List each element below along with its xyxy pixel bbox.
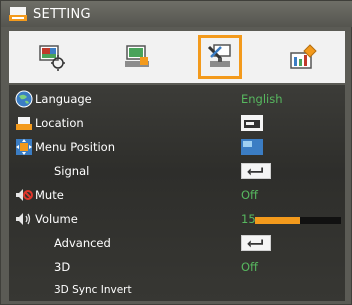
tab-setting[interactable] <box>197 35 242 79</box>
menu-tabs <box>9 31 345 83</box>
language-label: Language <box>35 92 92 106</box>
menu-item-signal[interactable]: Signal <box>9 160 345 184</box>
volume-label: Volume <box>35 212 78 226</box>
menu-list: Language English Location Menu Position <box>9 85 345 301</box>
advanced-label: Advanced <box>54 236 111 250</box>
tab-options[interactable] <box>279 36 327 78</box>
menu-item-menu-position[interactable]: Menu Position <box>9 136 345 160</box>
language-value: English <box>241 92 283 106</box>
speaker-icon <box>16 213 31 225</box>
volume-slider[interactable] <box>255 217 341 224</box>
enter-key-icon[interactable] <box>241 163 271 179</box>
image-settings-icon <box>38 45 65 71</box>
volume-slider-fill <box>255 217 300 224</box>
tab-image[interactable] <box>28 36 76 78</box>
enter-key-icon[interactable] <box>241 235 271 251</box>
globe-icon <box>15 90 33 108</box>
location-icon <box>16 117 32 130</box>
window-title: SETTING <box>33 6 91 22</box>
setting-tools-icon <box>207 44 231 67</box>
options-icon <box>289 44 317 69</box>
three-d-value: Off <box>241 260 258 274</box>
setting-title-icon <box>9 7 27 21</box>
menu-item-3d-sync-invert[interactable]: 3D Sync Invert <box>9 280 345 304</box>
osd-window: SETTING Language English Location Menu P… <box>0 0 352 305</box>
mute-label: Mute <box>35 188 64 202</box>
menu-position-icon <box>16 139 32 155</box>
menu-position-label: Menu Position <box>35 140 116 154</box>
menu-item-mute[interactable]: Mute Off <box>9 184 345 208</box>
volume-value: 15 <box>241 212 256 226</box>
title-bar: SETTING <box>1 1 352 27</box>
three-d-label: 3D <box>54 260 71 274</box>
location-label: Location <box>35 116 84 130</box>
position-select-icon[interactable] <box>241 139 263 155</box>
mute-icon <box>16 189 33 201</box>
tab-screen[interactable] <box>113 36 161 78</box>
menu-item-advanced[interactable]: Advanced <box>9 232 345 256</box>
mute-value: Off <box>241 188 258 202</box>
signal-label: Signal <box>54 164 90 178</box>
sync-invert-label: 3D Sync Invert <box>54 284 132 296</box>
screen-settings-icon <box>124 45 149 67</box>
menu-item-volume[interactable]: Volume 15 <box>9 208 345 232</box>
menu-item-language[interactable]: Language English <box>9 88 345 112</box>
projector-position-icon[interactable] <box>241 115 263 131</box>
menu-item-3d[interactable]: 3D Off <box>9 256 345 280</box>
menu-item-location[interactable]: Location <box>9 112 345 136</box>
